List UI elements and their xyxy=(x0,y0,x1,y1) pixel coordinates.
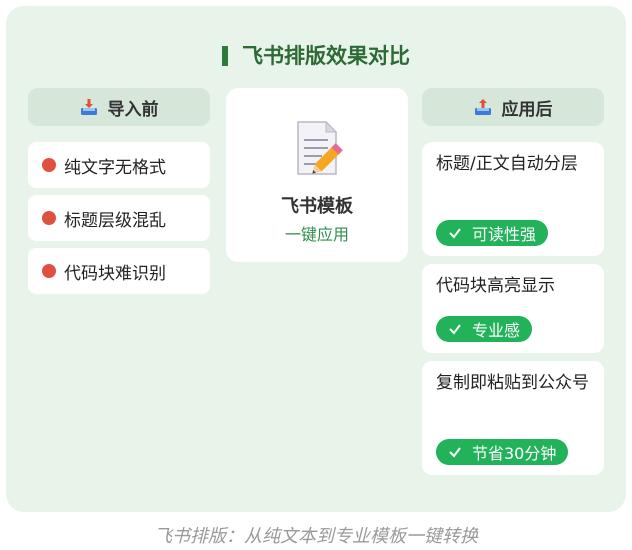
before-item-label: 代码块难识别 xyxy=(64,263,166,284)
after-item: 代码块高亮显示 专业感 xyxy=(422,264,604,353)
benefit-badge: 专业感 xyxy=(436,316,533,342)
benefit-badge-label: 专业感 xyxy=(472,321,521,340)
after-item: 复制即粘贴到公众号 节省30分钟 xyxy=(422,361,604,475)
check-icon xyxy=(449,228,461,239)
benefit-badge: 可读性强 xyxy=(436,220,549,246)
after-item-label: 代码块高亮显示 xyxy=(436,276,555,296)
after-item-label: 标题/正文自动分层 xyxy=(436,154,578,174)
red-dot-icon xyxy=(42,158,56,172)
before-item: 标题层级混乱 xyxy=(28,195,210,241)
before-item-label: 纯文字无格式 xyxy=(64,157,166,178)
comparison-title: 飞书排版效果对比 xyxy=(6,40,626,70)
before-item: 代码块难识别 xyxy=(28,248,210,294)
inbox-tray-icon xyxy=(80,99,97,115)
after-item: 标题/正文自动分层 可读性强 xyxy=(422,142,604,256)
benefit-badge: 节省30分钟 xyxy=(436,439,569,465)
figure-caption: 飞书排版：从纯文本到专业模板一键转换 xyxy=(154,526,478,547)
red-dot-icon xyxy=(42,264,56,278)
after-header: 应用后 xyxy=(422,88,604,126)
check-icon xyxy=(449,447,461,458)
template-subtitle: 一键应用 xyxy=(284,225,349,244)
title-text: 飞书排版效果对比 xyxy=(242,44,410,68)
title-accent-bar xyxy=(222,46,228,66)
after-item-label: 复制即粘贴到公众号 xyxy=(436,373,589,393)
after-header-label: 应用后 xyxy=(501,99,553,120)
outbox-tray-icon xyxy=(474,99,491,115)
before-header-label: 导入前 xyxy=(107,99,159,120)
comparison-card: 飞书排版效果对比 导入前 纯文字无格式 标题层级混乱 代码块难识别 飞书模板 一… xyxy=(6,6,626,512)
before-item-label: 标题层级混乱 xyxy=(64,210,166,231)
benefit-badge-label: 可读性强 xyxy=(472,225,537,244)
before-item: 纯文字无格式 xyxy=(28,142,210,188)
memo-pencil-icon xyxy=(297,120,343,175)
benefit-badge-label: 节省30分钟 xyxy=(472,444,557,463)
red-dot-icon xyxy=(42,211,56,225)
check-icon xyxy=(449,324,461,335)
before-header: 导入前 xyxy=(28,88,210,126)
template-title: 飞书模板 xyxy=(281,196,353,217)
template-card: 飞书模板 一键应用 xyxy=(226,88,408,262)
